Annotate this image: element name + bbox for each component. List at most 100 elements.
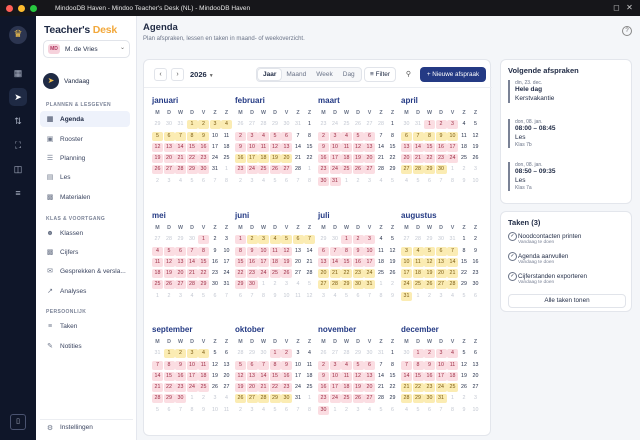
day-cell[interactable]: 7 (293, 406, 304, 415)
day-cell[interactable]: 8 (387, 361, 398, 370)
day-cell[interactable]: 11 (258, 142, 269, 152)
day-cell[interactable]: 22 (163, 383, 175, 393)
day-cell[interactable]: 4 (376, 177, 387, 186)
day-cell[interactable]: 9 (459, 177, 470, 186)
day-cell[interactable]: 29 (186, 165, 198, 175)
day-cell[interactable]: 25 (341, 394, 352, 404)
day-cell[interactable]: 11 (459, 132, 470, 141)
day-cell[interactable]: 2 (424, 292, 435, 301)
day-cell[interactable]: 24 (210, 154, 221, 163)
day-cell[interactable]: 30 (246, 280, 258, 290)
day-cell[interactable]: 6 (353, 292, 364, 301)
day-cell[interactable]: 14 (376, 143, 387, 152)
scan-icon[interactable]: ⛶ (9, 136, 27, 154)
day-cell[interactable]: 4 (341, 360, 352, 370)
day-cell[interactable]: 29 (198, 280, 209, 290)
day-cell[interactable]: 28 (186, 280, 198, 290)
close-window-button[interactable] (6, 4, 13, 12)
day-cell[interactable]: 31 (293, 394, 304, 403)
day-cell[interactable]: 14 (258, 371, 269, 381)
day-cell[interactable]: 15 (412, 371, 424, 381)
day-cell[interactable]: 13 (435, 257, 447, 267)
day-cell[interactable]: 5 (270, 177, 281, 186)
day-cell[interactable]: 12 (459, 361, 470, 370)
day-cell[interactable]: 8 (304, 177, 315, 186)
day-cell[interactable]: 25 (341, 165, 352, 175)
day-cell[interactable]: 2 (459, 165, 470, 174)
day-cell[interactable]: 19 (352, 154, 364, 164)
day-cell[interactable]: 5 (341, 292, 352, 301)
day-cell[interactable]: 6 (221, 349, 232, 358)
day-cell[interactable]: 16 (281, 371, 292, 381)
day-cell[interactable]: 28 (376, 120, 387, 129)
day-cell[interactable]: 10 (281, 292, 292, 301)
day-cell[interactable]: 6 (281, 177, 292, 186)
close-icon[interactable]: ✕ (625, 3, 634, 12)
day-cell[interactable]: 2 (387, 280, 398, 289)
sidebar-item-agenda[interactable]: ▦ Agenda (40, 111, 130, 127)
day-cell[interactable]: 2 (318, 131, 329, 141)
day-cell[interactable]: 6 (435, 246, 447, 256)
day-cell[interactable]: 6 (210, 292, 221, 301)
user-switcher[interactable]: MD M. de Vries ⌄ (43, 40, 130, 58)
day-cell[interactable]: 25 (412, 280, 424, 290)
day-cell[interactable]: 17 (258, 257, 269, 267)
day-cell[interactable]: 31 (329, 176, 341, 186)
day-cell[interactable]: 3 (247, 177, 258, 186)
month-title[interactable]: april (401, 96, 481, 108)
day-cell[interactable]: 3 (293, 349, 304, 358)
day-cell[interactable]: 23 (175, 383, 186, 393)
day-cell[interactable]: 28 (293, 165, 304, 174)
day-cell[interactable]: 28 (164, 235, 175, 244)
day-cell[interactable]: 20 (364, 154, 375, 164)
day-cell[interactable]: 31 (376, 349, 387, 358)
day-cell[interactable]: 12 (470, 132, 481, 141)
day-cell[interactable]: 12 (387, 247, 398, 256)
day-cell[interactable]: 3 (318, 292, 329, 301)
day-cell[interactable]: 2 (470, 235, 481, 244)
day-cell[interactable]: 26 (235, 394, 246, 404)
day-cell[interactable]: 6 (364, 131, 375, 141)
day-cell[interactable]: 27 (470, 383, 481, 392)
day-cell[interactable]: 18 (152, 269, 163, 279)
day-cell[interactable]: 17 (293, 372, 304, 381)
day-cell[interactable]: 10 (293, 361, 304, 370)
day-cell[interactable]: 15 (186, 142, 198, 152)
day-cell[interactable]: 29 (235, 280, 246, 290)
day-cell[interactable]: 4 (198, 349, 209, 359)
day-cell[interactable]: 24 (435, 383, 447, 393)
day-cell[interactable]: 27 (221, 383, 232, 392)
day-cell[interactable]: 16 (235, 154, 246, 164)
day-cell[interactable]: 12 (352, 142, 364, 152)
day-cell[interactable]: 2 (435, 120, 447, 130)
day-cell[interactable]: 15 (235, 257, 246, 267)
view-week-tab[interactable]: Week (311, 69, 338, 80)
month-title[interactable]: maart (318, 96, 398, 108)
day-cell[interactable]: 9 (246, 246, 258, 256)
day-cell[interactable]: 3 (281, 280, 292, 289)
day-cell[interactable]: 1 (304, 165, 315, 174)
day-cell[interactable]: 24 (364, 269, 375, 279)
day-cell[interactable]: 20 (318, 269, 329, 279)
day-cell[interactable]: 18 (412, 269, 424, 279)
day-cell[interactable]: 16 (175, 371, 186, 381)
day-cell[interactable]: 7 (221, 292, 232, 301)
day-cell[interactable]: 7 (210, 177, 221, 186)
day-cell[interactable]: 2 (198, 394, 209, 403)
day-cell[interactable]: 30 (175, 394, 186, 404)
day-cell[interactable]: 7 (175, 131, 186, 141)
sidebar-item-materialen[interactable]: ▩ Materialen (40, 189, 130, 205)
day-cell[interactable]: 5 (163, 246, 175, 256)
database-icon[interactable]: ◫ (9, 160, 27, 178)
day-cell[interactable]: 3 (436, 292, 447, 301)
day-cell[interactable]: 21 (186, 269, 198, 279)
day-cell[interactable]: 12 (269, 142, 281, 152)
day-cell[interactable]: 6 (364, 360, 375, 370)
day-cell[interactable]: 27 (175, 280, 186, 290)
day-cell[interactable]: 2 (352, 235, 364, 245)
day-cell[interactable]: 5 (387, 235, 398, 244)
day-cell[interactable]: 28 (175, 165, 186, 175)
sidebar-item-analyses[interactable]: ↗ Analyses (40, 283, 130, 299)
day-cell[interactable]: 5 (413, 177, 424, 186)
day-cell[interactable]: 13 (364, 142, 375, 152)
